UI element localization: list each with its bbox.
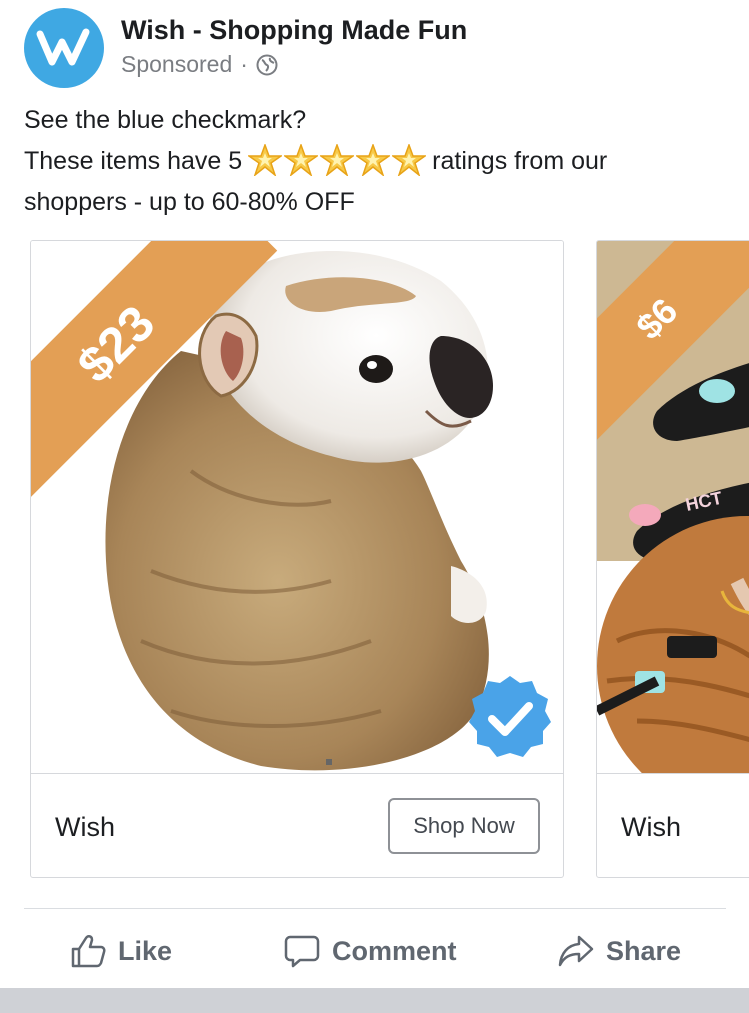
post-meta: Sponsored · xyxy=(121,51,278,78)
card-footer: Wish Shop Now xyxy=(31,774,563,877)
post-line-2-after: ratings from our xyxy=(432,147,608,175)
globe-icon xyxy=(256,54,278,75)
star-emoji-icon xyxy=(320,144,355,177)
page-name[interactable]: Wish - Shopping Made Fun xyxy=(121,15,467,46)
product-card[interactable]: HCT $6 Wish xyxy=(596,240,749,878)
post-text: See the blue checkmark? These items have… xyxy=(24,100,724,223)
post-action-bar: Like Comment Share xyxy=(24,908,726,988)
like-button[interactable]: Like xyxy=(70,931,172,971)
price-tag: $23 xyxy=(66,294,166,394)
product-image-grooming-tool[interactable]: HCT $6 xyxy=(597,241,749,774)
thumbs-up-icon xyxy=(71,935,106,968)
post-header: Wish - Shopping Made Fun Sponsored · xyxy=(24,8,724,88)
comment-bubble-icon xyxy=(284,935,320,968)
post-line-2: These items have 5 ratings from our xyxy=(24,141,724,182)
like-label: Like xyxy=(118,935,173,966)
share-arrow-icon xyxy=(558,935,594,967)
wish-logo-icon[interactable] xyxy=(24,8,104,88)
product-image-bulldog[interactable]: $23 xyxy=(31,241,563,774)
price-banner: $23 xyxy=(31,241,291,501)
product-card[interactable]: $23 Wish Shop Now xyxy=(30,240,564,878)
share-button[interactable]: Share xyxy=(558,931,681,971)
card-footer: Wish xyxy=(597,774,749,877)
feed-divider xyxy=(0,988,749,1013)
post-line-1: See the blue checkmark? xyxy=(24,106,307,134)
post-line-2-before: These items have 5 xyxy=(24,147,243,175)
price-tag: $6 xyxy=(627,289,686,348)
card-brand-name: Wish xyxy=(621,812,681,842)
verified-checkmark-icon xyxy=(469,676,551,757)
star-emoji-icon xyxy=(248,144,283,177)
comment-label: Comment xyxy=(332,935,457,966)
shop-now-button[interactable]: Shop Now xyxy=(388,798,540,854)
meta-separator: · xyxy=(240,51,248,77)
star-emoji-icon xyxy=(284,144,319,177)
product-carousel[interactable]: $23 Wish Shop Now HCT $6 Wish xyxy=(30,240,749,880)
star-emoji-icon xyxy=(392,144,427,177)
comment-button[interactable]: Comment xyxy=(284,931,457,971)
sponsored-label[interactable]: Sponsored xyxy=(121,51,232,78)
post-line-3: shoppers - up to 60-80% OFF xyxy=(24,188,355,216)
star-emoji-icon xyxy=(356,144,391,177)
star-rating xyxy=(248,144,427,177)
share-label: Share xyxy=(606,935,682,966)
price-banner: $6 xyxy=(597,241,749,441)
card-brand-name: Wish xyxy=(55,812,115,842)
